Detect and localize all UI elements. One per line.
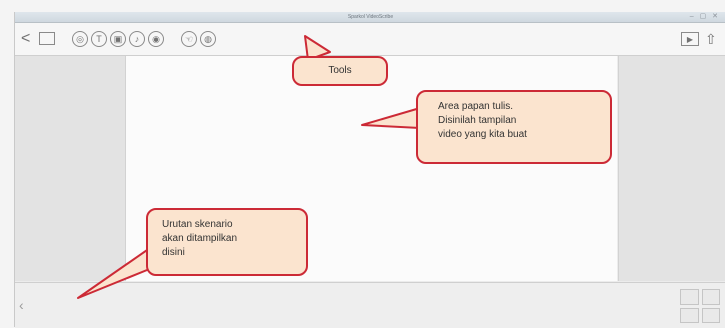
canvas-callout-text: Area papan tulis. Disinilah tampilan vid… [438, 101, 527, 140]
tools-callout-text: Tools [328, 65, 352, 76]
scenario-callout-text: Urutan skenario akan ditampilkan disini [162, 219, 238, 258]
callout-pointers [77, 35, 421, 299]
scenario-pointer [77, 247, 153, 299]
tools-callout: Tools [292, 56, 388, 86]
scenario-callout: Urutan skenario akan ditampilkan disini [146, 208, 308, 276]
canvas-pointer [361, 107, 421, 129]
canvas-callout: Area papan tulis. Disinilah tampilan vid… [416, 90, 612, 164]
